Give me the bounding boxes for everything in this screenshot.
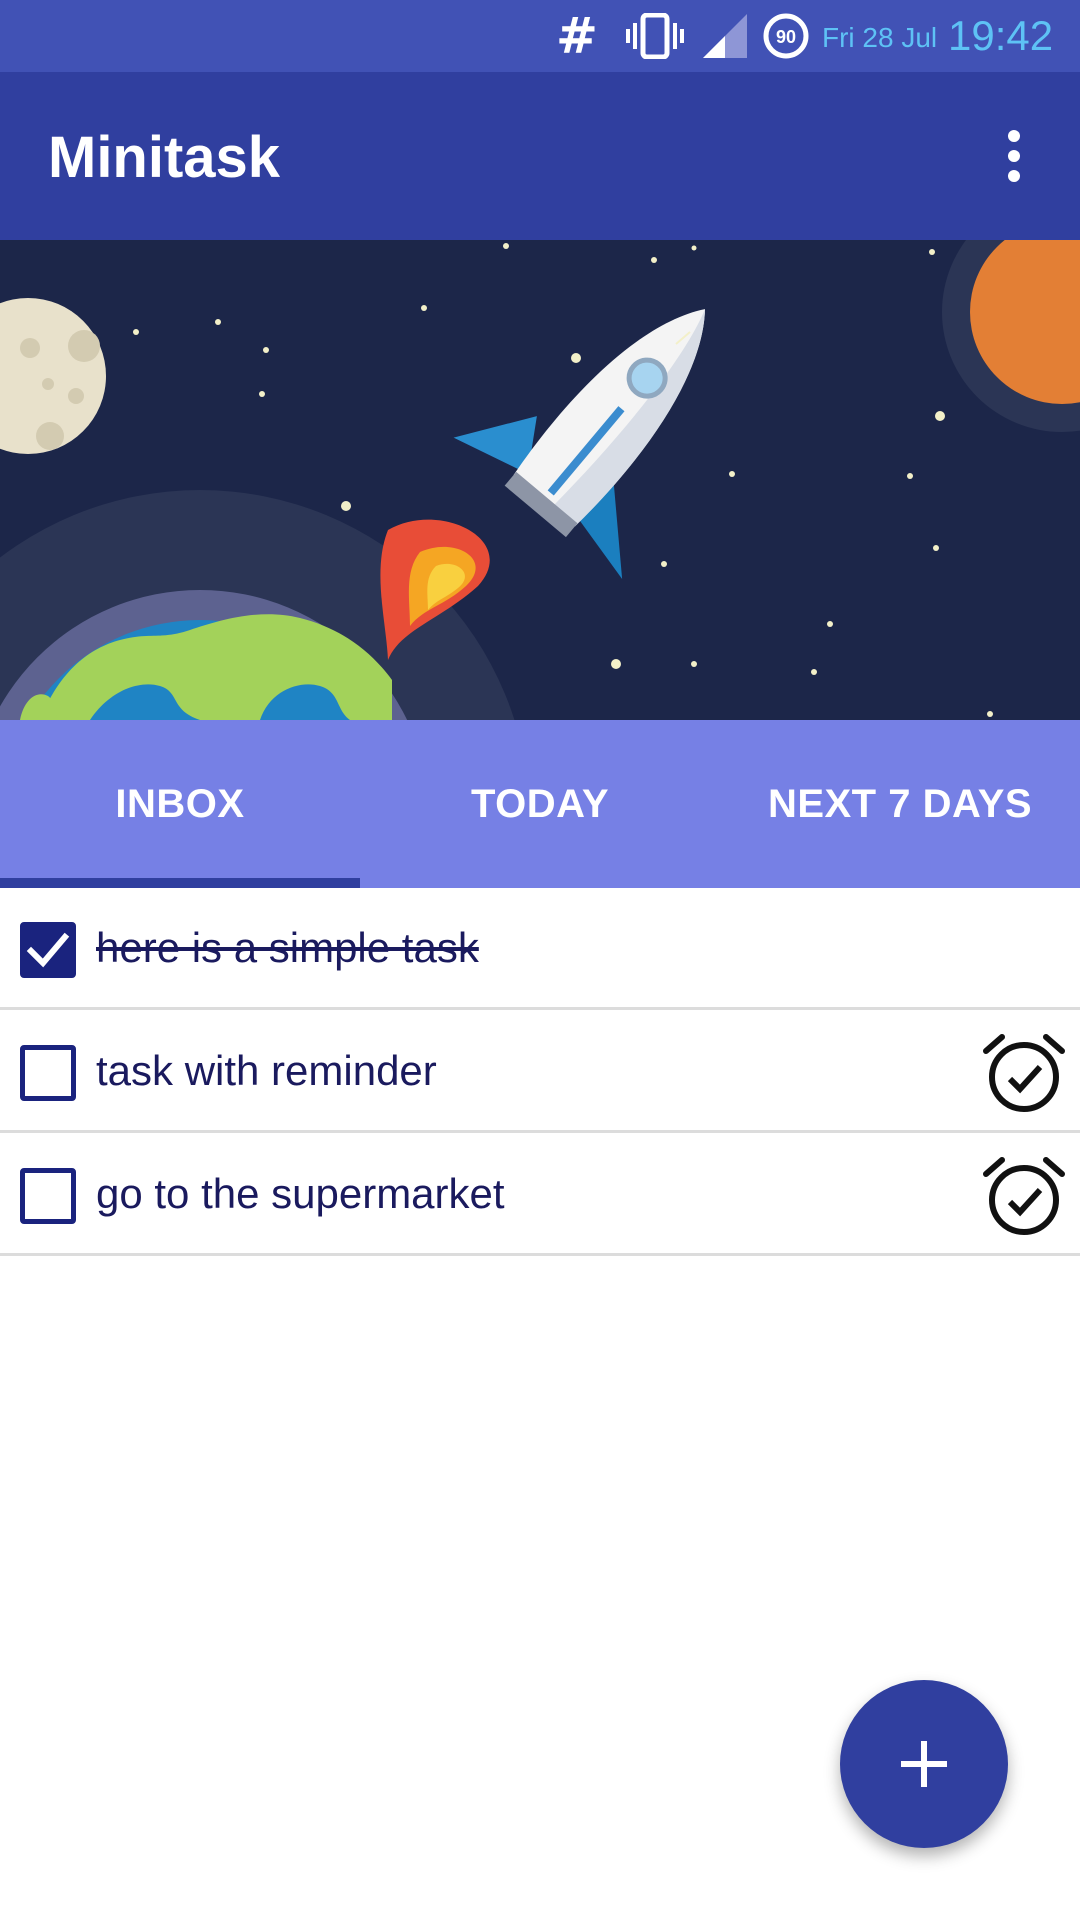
signal-icon	[700, 10, 750, 62]
more-vert-icon[interactable]	[986, 124, 1042, 188]
header-illustration	[0, 240, 1080, 720]
status-time: 19:42	[948, 12, 1054, 59]
tab-next-7-days[interactable]: NEXT 7 DAYS	[720, 720, 1080, 888]
task-checkbox[interactable]	[20, 1045, 76, 1101]
plus-icon	[901, 1741, 947, 1787]
battery-level: 90	[776, 27, 796, 47]
status-bar: # 90 Fri 28 Jul 19:42	[0, 0, 1080, 72]
app-title: Minitask	[48, 125, 281, 190]
task-title: task with reminder	[96, 1047, 437, 1094]
task-title: go to the supermarket	[96, 1170, 505, 1217]
alarm-check-icon[interactable]	[982, 1031, 1066, 1115]
alarm-check-icon[interactable]	[982, 1154, 1066, 1238]
app-bar: Minitask	[0, 72, 1080, 240]
status-date: Fri 28 Jul	[822, 22, 938, 53]
tab-today[interactable]: TODAY	[360, 720, 720, 888]
task-row[interactable]: here is a simple task	[0, 888, 1080, 1010]
vibrate-icon	[626, 10, 684, 62]
tab-inbox[interactable]: INBOX	[0, 720, 360, 888]
task-row[interactable]: go to the supermarket	[0, 1134, 1080, 1256]
task-title: here is a simple task	[96, 924, 479, 971]
task-checkbox[interactable]	[20, 922, 76, 978]
rocket-space-illustration	[0, 240, 1080, 720]
tab-selected-indicator	[0, 878, 360, 888]
check-icon	[26, 932, 70, 968]
add-task-button[interactable]	[840, 1680, 1008, 1848]
task-checkbox[interactable]	[20, 1168, 76, 1224]
hash-icon: #	[556, 7, 598, 65]
battery-saver-icon: 90	[760, 10, 812, 62]
task-row[interactable]: task with reminder	[0, 1011, 1080, 1133]
tab-bar: INBOX TODAY NEXT 7 DAYS	[0, 720, 1080, 888]
